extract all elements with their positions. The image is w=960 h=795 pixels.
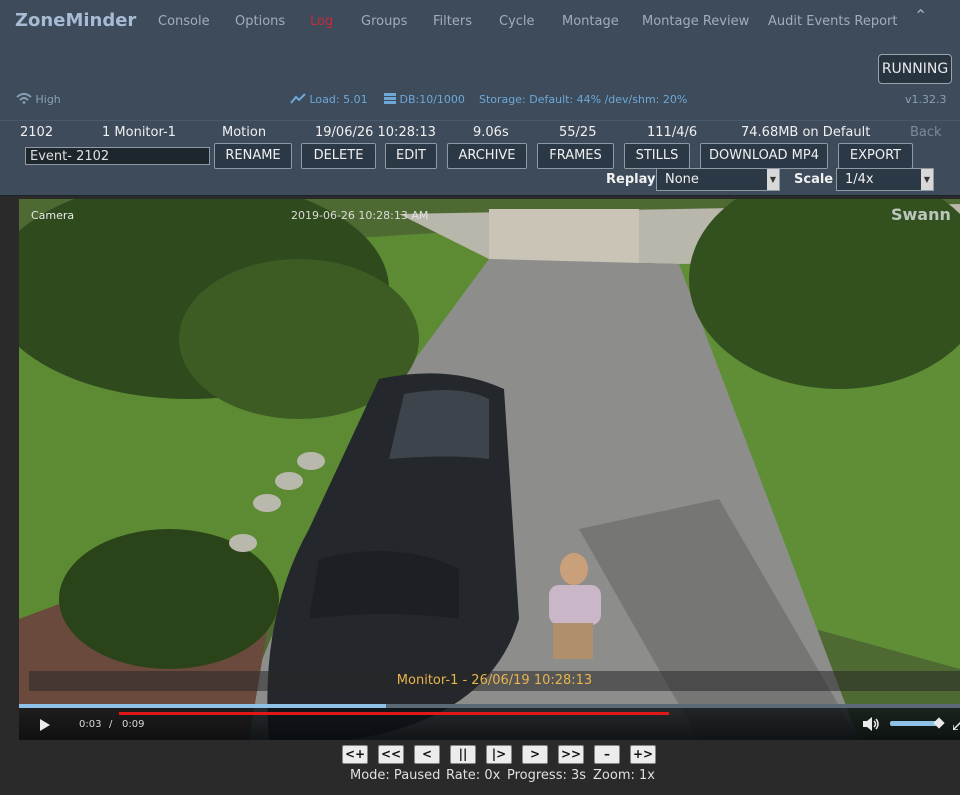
database-icon bbox=[384, 93, 396, 104]
nav-console[interactable]: Console bbox=[158, 14, 210, 29]
nav-filters[interactable]: Filters bbox=[433, 14, 472, 29]
replay-value: None bbox=[665, 172, 699, 187]
event-monitor[interactable]: 1 Monitor-1 bbox=[102, 125, 176, 140]
chevron-down-icon: ▼ bbox=[767, 169, 779, 190]
play-button[interactable]: |> bbox=[486, 745, 512, 764]
step-forward-button[interactable]: > bbox=[522, 745, 548, 764]
zoom-out-button[interactable]: – bbox=[594, 745, 620, 764]
archive-button[interactable]: ARCHIVE bbox=[447, 143, 527, 169]
event-duration: 9.06s bbox=[473, 125, 509, 140]
event-cause: Motion bbox=[222, 125, 267, 140]
video-control-bar bbox=[19, 704, 960, 740]
camera-osd-timestamp: 2019-06-26 10:28:13 AM bbox=[291, 209, 429, 222]
video-progress-fill bbox=[19, 704, 386, 708]
nav-options[interactable]: Options bbox=[235, 14, 285, 29]
nav-groups[interactable]: Groups bbox=[361, 14, 407, 29]
event-toolbar: 2102 1 Monitor-1 Motion 19/06/26 10:28:1… bbox=[0, 120, 960, 196]
nav-audit-events-report[interactable]: Audit Events Report bbox=[768, 14, 897, 29]
top-navigation: ZoneMinder Console Options Log Groups Fi… bbox=[0, 0, 960, 120]
camera-frame-image bbox=[19, 199, 960, 740]
export-button[interactable]: EXPORT bbox=[838, 143, 913, 169]
collapse-chevron-up-icon[interactable]: ⌃ bbox=[914, 6, 927, 25]
event-scores: 111/4/6 bbox=[647, 125, 698, 140]
storage-stat: Storage: Default: 44% /dev/shm: 20% bbox=[479, 93, 688, 106]
event-name-input[interactable] bbox=[25, 147, 210, 165]
time-separator: / bbox=[109, 719, 113, 730]
next-event-button[interactable]: +> bbox=[630, 745, 656, 764]
back-link[interactable]: Back bbox=[910, 125, 942, 140]
event-datetime: 19/06/26 10:28:13 bbox=[315, 125, 436, 140]
total-time: 0:09 bbox=[122, 719, 145, 730]
bandwidth-label: High bbox=[35, 93, 61, 106]
volume-slider[interactable] bbox=[890, 721, 940, 726]
step-back-button[interactable]: < bbox=[414, 745, 440, 764]
event-frames: 55/25 bbox=[559, 125, 597, 140]
chevron-down-icon: ▼ bbox=[921, 169, 933, 190]
bandwidth-indicator[interactable]: High bbox=[16, 93, 61, 106]
scale-select[interactable]: 1/4x ▼ bbox=[836, 168, 934, 191]
nav-log[interactable]: Log bbox=[310, 14, 333, 29]
trend-chart-icon bbox=[290, 93, 306, 104]
replay-label: Replay bbox=[606, 172, 656, 187]
event-video-player[interactable]: Camera 2019-06-26 10:28:13 AM Swann Moni… bbox=[19, 199, 960, 740]
camera-brand-watermark: Swann bbox=[891, 205, 951, 224]
camera-osd-label: Camera bbox=[31, 209, 75, 222]
stills-button[interactable]: STILLS bbox=[624, 143, 690, 169]
alarm-frames-bar bbox=[119, 712, 669, 715]
load-value: Load: 5.01 bbox=[309, 93, 368, 106]
progress-status: Progress: 3s bbox=[507, 768, 587, 783]
current-time: 0:03 bbox=[79, 719, 102, 730]
brand-logo[interactable]: ZoneMinder bbox=[15, 10, 136, 31]
event-id: 2102 bbox=[20, 125, 54, 140]
previous-event-button[interactable]: <+ bbox=[342, 745, 368, 764]
delete-button[interactable]: DELETE bbox=[301, 143, 376, 169]
video-title-overlay: Monitor-1 - 26/06/19 10:28:13 bbox=[29, 671, 960, 691]
edit-button[interactable]: EDIT bbox=[385, 143, 437, 169]
nav-montage[interactable]: Montage bbox=[562, 14, 619, 29]
frames-button[interactable]: FRAMES bbox=[537, 143, 614, 169]
nav-cycle[interactable]: Cycle bbox=[499, 14, 535, 29]
run-state-button[interactable]: RUNNING bbox=[878, 54, 952, 84]
load-stat: Load: 5.01 bbox=[290, 93, 368, 106]
wifi-icon bbox=[16, 93, 32, 104]
volume-icon[interactable] bbox=[862, 717, 880, 731]
play-icon[interactable] bbox=[39, 719, 51, 731]
version-label: v1.32.3 bbox=[905, 93, 947, 106]
db-value: DB:10/1000 bbox=[399, 93, 465, 106]
fast-forward-button[interactable]: >> bbox=[558, 745, 584, 764]
fullscreen-icon[interactable] bbox=[953, 722, 960, 730]
zoom-status: Zoom: 1x bbox=[593, 768, 655, 783]
rename-button[interactable]: RENAME bbox=[214, 143, 292, 169]
rate-status: Rate: 0x bbox=[446, 768, 501, 783]
scale-label: Scale bbox=[794, 172, 834, 187]
db-stat: DB:10/1000 bbox=[384, 93, 465, 106]
fast-rewind-button[interactable]: << bbox=[378, 745, 404, 764]
download-mp4-button[interactable]: DOWNLOAD MP4 bbox=[700, 143, 828, 169]
nav-montage-review[interactable]: Montage Review bbox=[642, 14, 749, 29]
mode-status: Mode: Paused bbox=[350, 768, 441, 783]
scale-value: 1/4x bbox=[845, 172, 874, 187]
replay-select[interactable]: None ▼ bbox=[656, 168, 780, 191]
pause-button[interactable]: || bbox=[450, 745, 476, 764]
event-size: 74.68MB on Default bbox=[741, 125, 871, 140]
